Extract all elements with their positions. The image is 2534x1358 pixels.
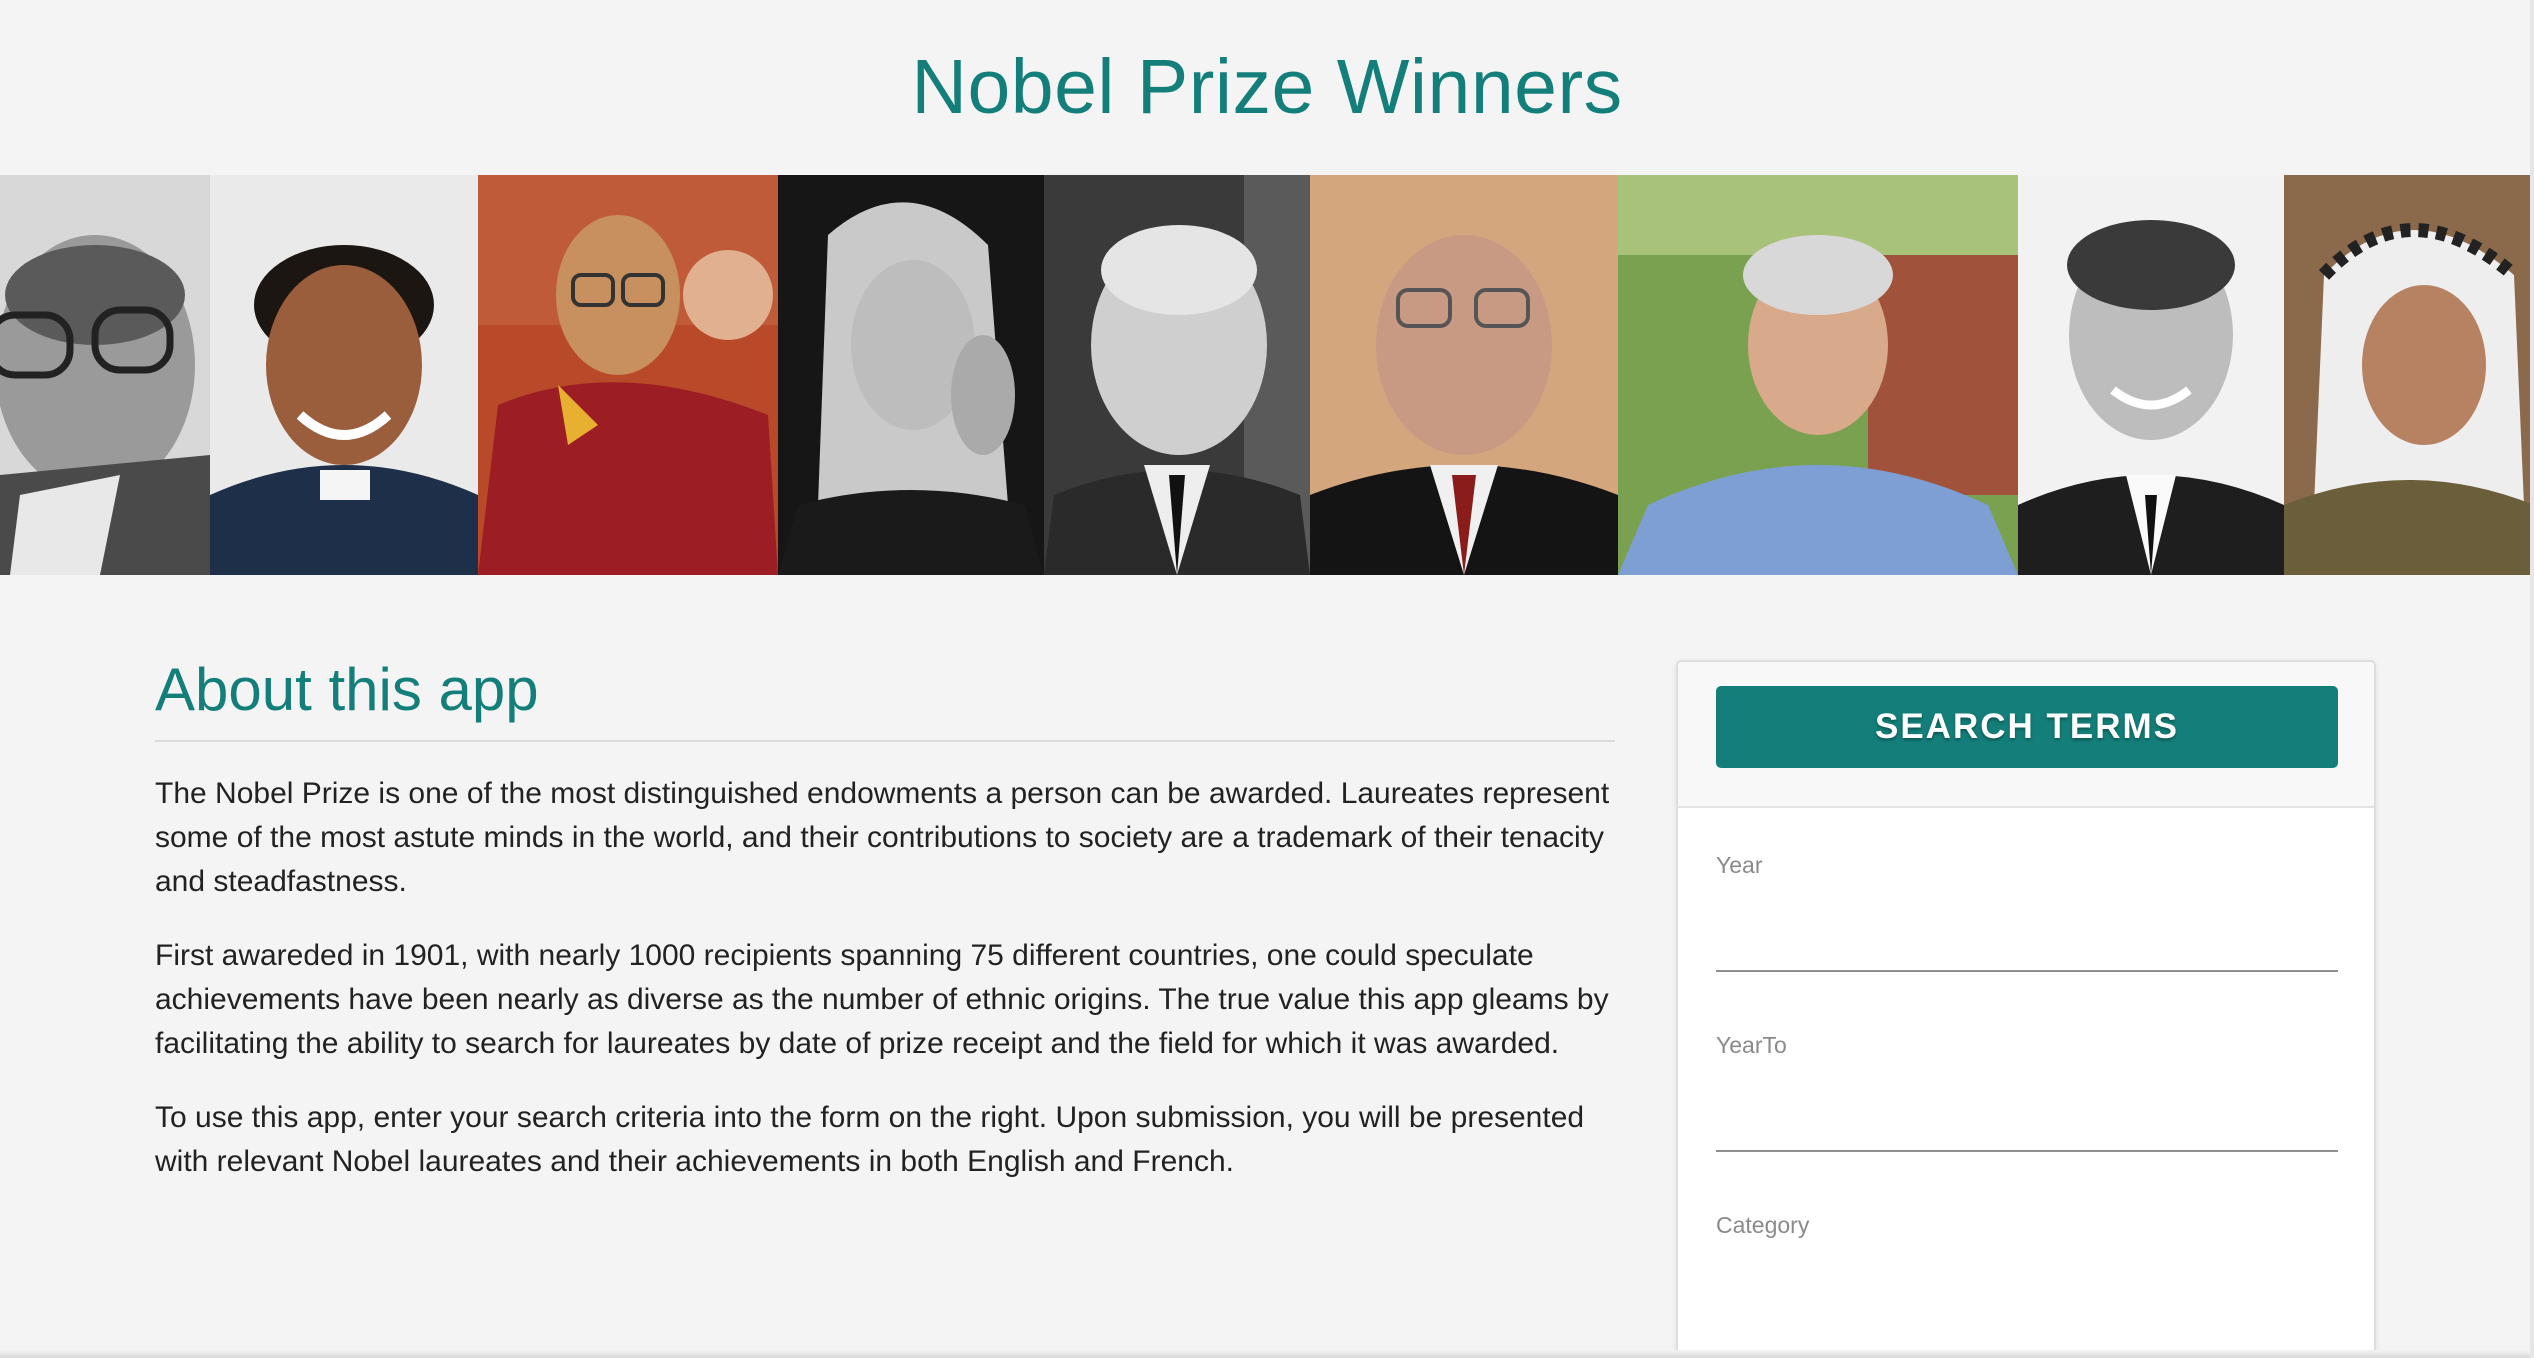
laureate-portrait-2 (210, 175, 478, 575)
search-form-card: SEARCH TERMS Year YearTo Category (1676, 660, 2376, 1358)
window-right-edge (2530, 0, 2534, 1358)
about-paragraph-2: First awareded in 1901, with nearly 1000… (155, 939, 1609, 1060)
year-to-label: YearTo (1716, 1032, 1787, 1058)
about-paragraph-1: The Nobel Prize is one of the most disti… (155, 777, 1610, 898)
about-title: About this app (155, 650, 1615, 742)
page-title: Nobel Prize Winners (911, 44, 1623, 130)
laureate-portrait-5 (1044, 175, 1310, 575)
laureate-portrait-1 (0, 175, 210, 575)
category-label: Category (1716, 1212, 1810, 1238)
search-card-header: SEARCH TERMS (1678, 662, 2374, 808)
laureate-portrait-4 (778, 175, 1044, 575)
laureates-banner (0, 175, 2534, 575)
year-label: Year (1716, 852, 1763, 878)
bottom-edge (0, 1350, 2534, 1358)
year-to-input[interactable] (1716, 1092, 2338, 1152)
year-field: Year (1716, 852, 2338, 972)
search-terms-button[interactable]: SEARCH TERMS (1716, 686, 2338, 768)
laureate-portrait-6 (1310, 175, 1618, 575)
laureate-portrait-3 (478, 175, 778, 575)
year-input[interactable] (1716, 912, 2338, 972)
about-section: About this app The Nobel Prize is one of… (155, 650, 1615, 1214)
category-field: Category (1716, 1212, 2338, 1332)
laureate-portrait-8 (2018, 175, 2284, 575)
about-paragraph-3: To use this app, enter your search crite… (155, 1101, 1585, 1178)
laureate-portrait-9 (2284, 175, 2534, 575)
year-to-field: YearTo (1716, 1032, 2338, 1152)
laureate-portrait-7 (1618, 175, 2018, 575)
page-header: Nobel Prize Winners (0, 0, 2534, 175)
